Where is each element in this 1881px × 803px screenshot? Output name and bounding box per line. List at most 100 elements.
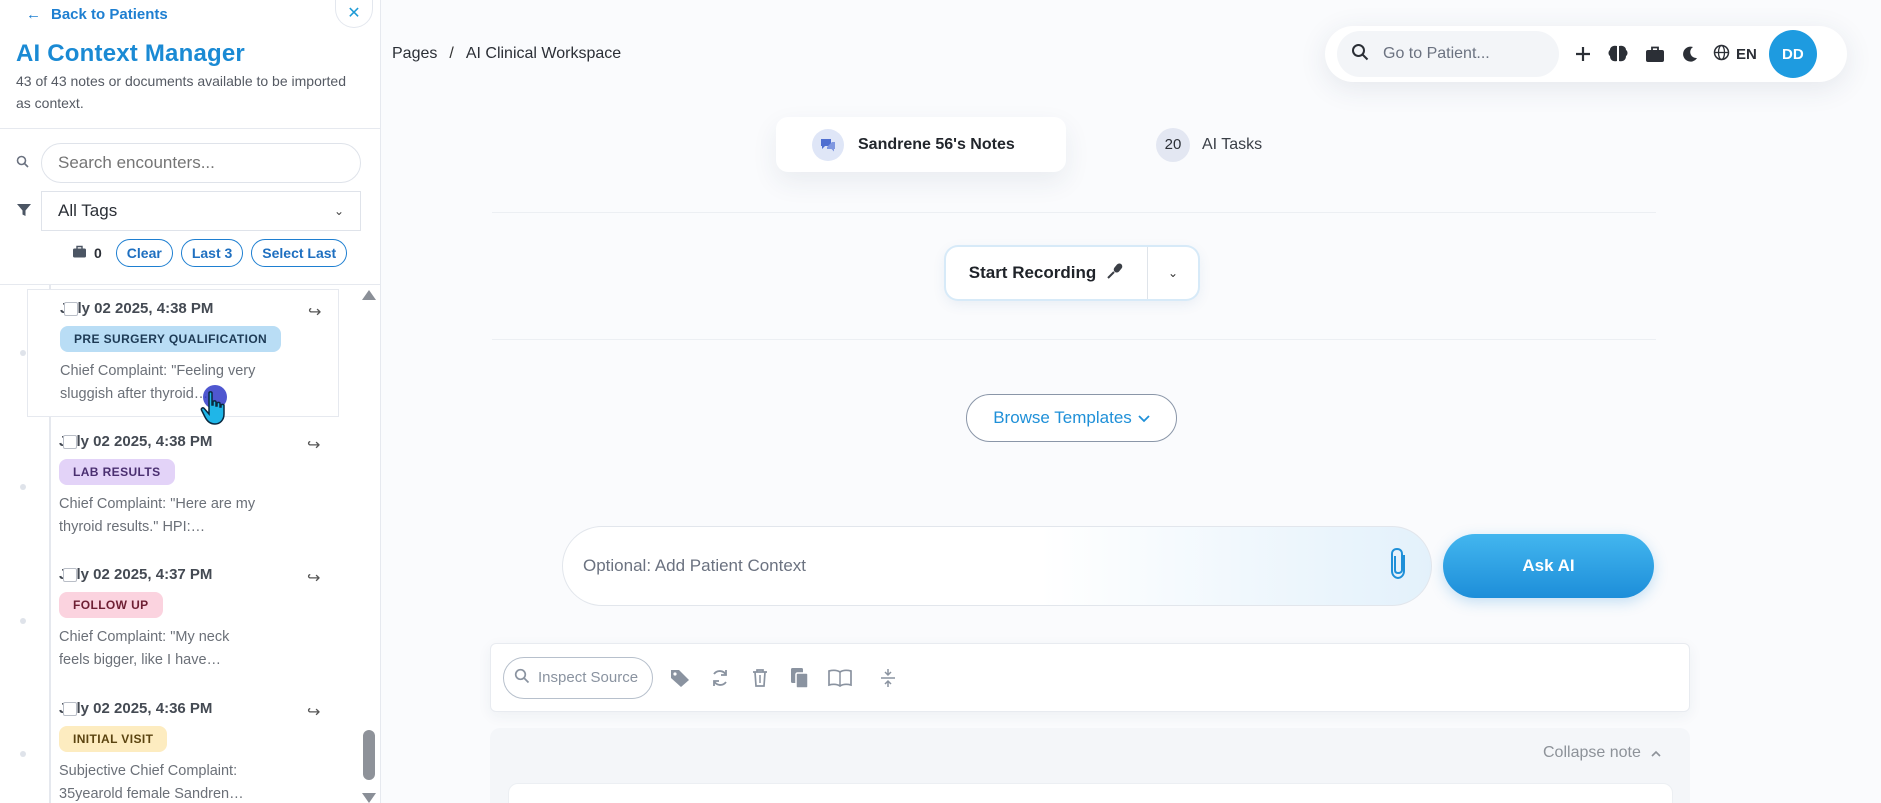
clear-button[interactable]: Clear <box>115 239 173 267</box>
list-item[interactable]: July 02 2025, 4:38 PM ↪ PRE SURGERY QUAL… <box>27 289 339 417</box>
open-note-icon[interactable]: ↪ <box>308 302 321 322</box>
search-icon <box>514 668 530 688</box>
scroll-up-arrow[interactable] <box>362 290 376 300</box>
trash-icon[interactable] <box>747 668 773 688</box>
tab-ai-tasks-label: AI Tasks <box>1202 135 1263 153</box>
list-item[interactable]: July 02 2025, 4:38 PM ↪ LAB RESULTS Chie… <box>27 423 339 551</box>
note-date: July 02 2025, 4:38 PM <box>60 300 214 317</box>
patient-context-placeholder: Optional: Add Patient Context <box>583 556 807 575</box>
moon-icon[interactable] <box>1681 45 1699 63</box>
last-3-button[interactable]: Last 3 <box>180 239 244 267</box>
refresh-icon[interactable] <box>707 668 733 688</box>
breadcrumb-current: AI Clinical Workspace <box>465 45 622 62</box>
book-icon[interactable] <box>827 668 853 687</box>
note-tag: FOLLOW UP <box>59 592 163 618</box>
tab-patient-notes-label: Sandrene 56's Notes <box>858 135 1015 153</box>
breadcrumb: Pages / AI Clinical Workspace <box>392 45 621 63</box>
back-link-label: Back to Patients <box>51 6 168 23</box>
note-snippet: Subjective Chief Complaint: 35yearold fe… <box>59 763 244 802</box>
divider <box>492 212 1656 213</box>
tags-filter-value: All Tags <box>58 201 118 220</box>
note-checkbox[interactable] <box>63 435 77 449</box>
chevron-down-icon <box>1138 408 1150 428</box>
note-tag: INITIAL VISIT <box>59 726 168 752</box>
encounter-list[interactable]: July 02 2025, 4:38 PM ↪ PRE SURGERY QUAL… <box>0 284 381 803</box>
chat-icon <box>812 128 844 161</box>
tab-patient-notes[interactable]: Sandrene 56's Notes <box>776 117 1066 172</box>
back-to-patients-link[interactable]: ← Back to Patients <box>26 6 168 23</box>
browse-templates-button[interactable]: Browse Templates <box>966 394 1177 442</box>
sidebar-divider <box>0 128 381 129</box>
scrollbar-thumb[interactable] <box>363 730 375 780</box>
language-code: EN <box>1736 45 1757 63</box>
note-checkbox[interactable] <box>63 568 77 582</box>
open-note-icon[interactable]: ↪ <box>307 568 320 588</box>
note-date: July 02 2025, 4:37 PM <box>59 566 213 583</box>
note-content-panel <box>508 783 1673 803</box>
list-item[interactable]: July 02 2025, 4:36 PM ↪ INITIAL VISIT Su… <box>27 690 339 803</box>
timeline-dot <box>20 350 26 356</box>
timeline-dot <box>20 618 26 624</box>
tag-filter-row: All Tags ⌄ <box>16 191 361 231</box>
patient-context-input[interactable]: Optional: Add Patient Context <box>562 526 1432 606</box>
sidebar-subtitle: 43 of 43 notes or documents available to… <box>16 73 346 111</box>
encounter-search-input[interactable] <box>41 143 361 183</box>
inspect-source-placeholder: Inspect Source <box>538 669 639 686</box>
globe-icon <box>1713 44 1730 65</box>
chevron-down-icon: ⌄ <box>1167 266 1179 280</box>
sidebar-title: AI Context Manager <box>16 40 245 67</box>
ai-tasks-count: 20 <box>1156 127 1190 162</box>
workspace-tabs: Sandrene 56's Notes 20 AI Tasks <box>776 117 1262 172</box>
avatar[interactable]: DD <box>1768 30 1817 78</box>
note-tag: PRE SURGERY QUALIFICATION <box>60 326 282 352</box>
go-to-patient-placeholder: Go to Patient... <box>1383 45 1490 62</box>
timeline-dot <box>20 484 26 490</box>
open-note-icon[interactable]: ↪ <box>307 435 320 455</box>
ask-ai-button[interactable]: Ask AI <box>1443 534 1654 598</box>
list-item[interactable]: July 02 2025, 4:37 PM ↪ FOLLOW UP Chief … <box>27 556 339 684</box>
collapse-note-button[interactable]: Collapse note <box>1543 744 1661 762</box>
start-recording-label: Start Recording <box>968 263 1097 282</box>
close-sidebar-button[interactable]: ✕ <box>335 0 373 28</box>
top-toolbar: Go to Patient... EN DD <box>1325 26 1847 82</box>
open-note-icon[interactable]: ↪ <box>307 702 320 722</box>
tags-filter-select[interactable]: All Tags ⌄ <box>41 191 361 231</box>
tag-icon[interactable] <box>667 668 693 688</box>
note-checkbox[interactable] <box>63 702 77 716</box>
encounter-search-row <box>16 143 361 183</box>
note-checkbox[interactable] <box>64 302 78 316</box>
filter-icon <box>16 202 34 220</box>
selected-count-value: 0 <box>94 245 102 261</box>
inspect-source-input[interactable]: Inspect Source <box>503 656 653 699</box>
chevron-up-icon <box>1651 744 1661 762</box>
go-to-patient-search[interactable]: Go to Patient... <box>1337 31 1559 77</box>
note-toolbar: Inspect Source <box>490 643 1690 712</box>
timeline-dot <box>20 751 26 757</box>
briefcase-icon <box>72 245 87 261</box>
tab-ai-tasks[interactable]: 20 AI Tasks <box>1156 127 1263 162</box>
search-icon <box>1351 43 1369 66</box>
language-selector[interactable]: EN <box>1713 44 1757 65</box>
search-icon <box>16 155 34 171</box>
select-last-button[interactable]: Select Last <box>251 239 348 267</box>
close-icon: ✕ <box>347 4 361 22</box>
browse-templates-label: Browse Templates <box>993 408 1132 427</box>
note-date: July 02 2025, 4:38 PM <box>59 433 213 450</box>
compress-icon[interactable] <box>875 668 901 688</box>
hand-cursor-icon <box>200 391 225 425</box>
selected-count: 0 <box>72 245 102 261</box>
paperclip-icon[interactable] <box>1389 547 1411 586</box>
plus-icon[interactable] <box>1575 46 1591 62</box>
breadcrumb-separator: / <box>449 45 454 62</box>
start-recording-button[interactable]: Start Recording <box>946 247 1148 299</box>
divider <box>492 339 1656 340</box>
briefcase-icon[interactable] <box>1645 45 1665 63</box>
recording-options-dropdown[interactable]: ⌄ <box>1148 247 1198 299</box>
copy-icon[interactable] <box>787 667 813 689</box>
brain-icon[interactable] <box>1607 44 1629 64</box>
context-sidebar: ← Back to Patients ✕ AI Context Manager … <box>0 0 381 803</box>
scroll-down-arrow[interactable] <box>362 793 376 803</box>
arrow-left-icon: ← <box>26 6 41 23</box>
breadcrumb-pages[interactable]: Pages <box>392 45 437 63</box>
recording-controls: Start Recording ⌄ <box>946 247 1198 299</box>
